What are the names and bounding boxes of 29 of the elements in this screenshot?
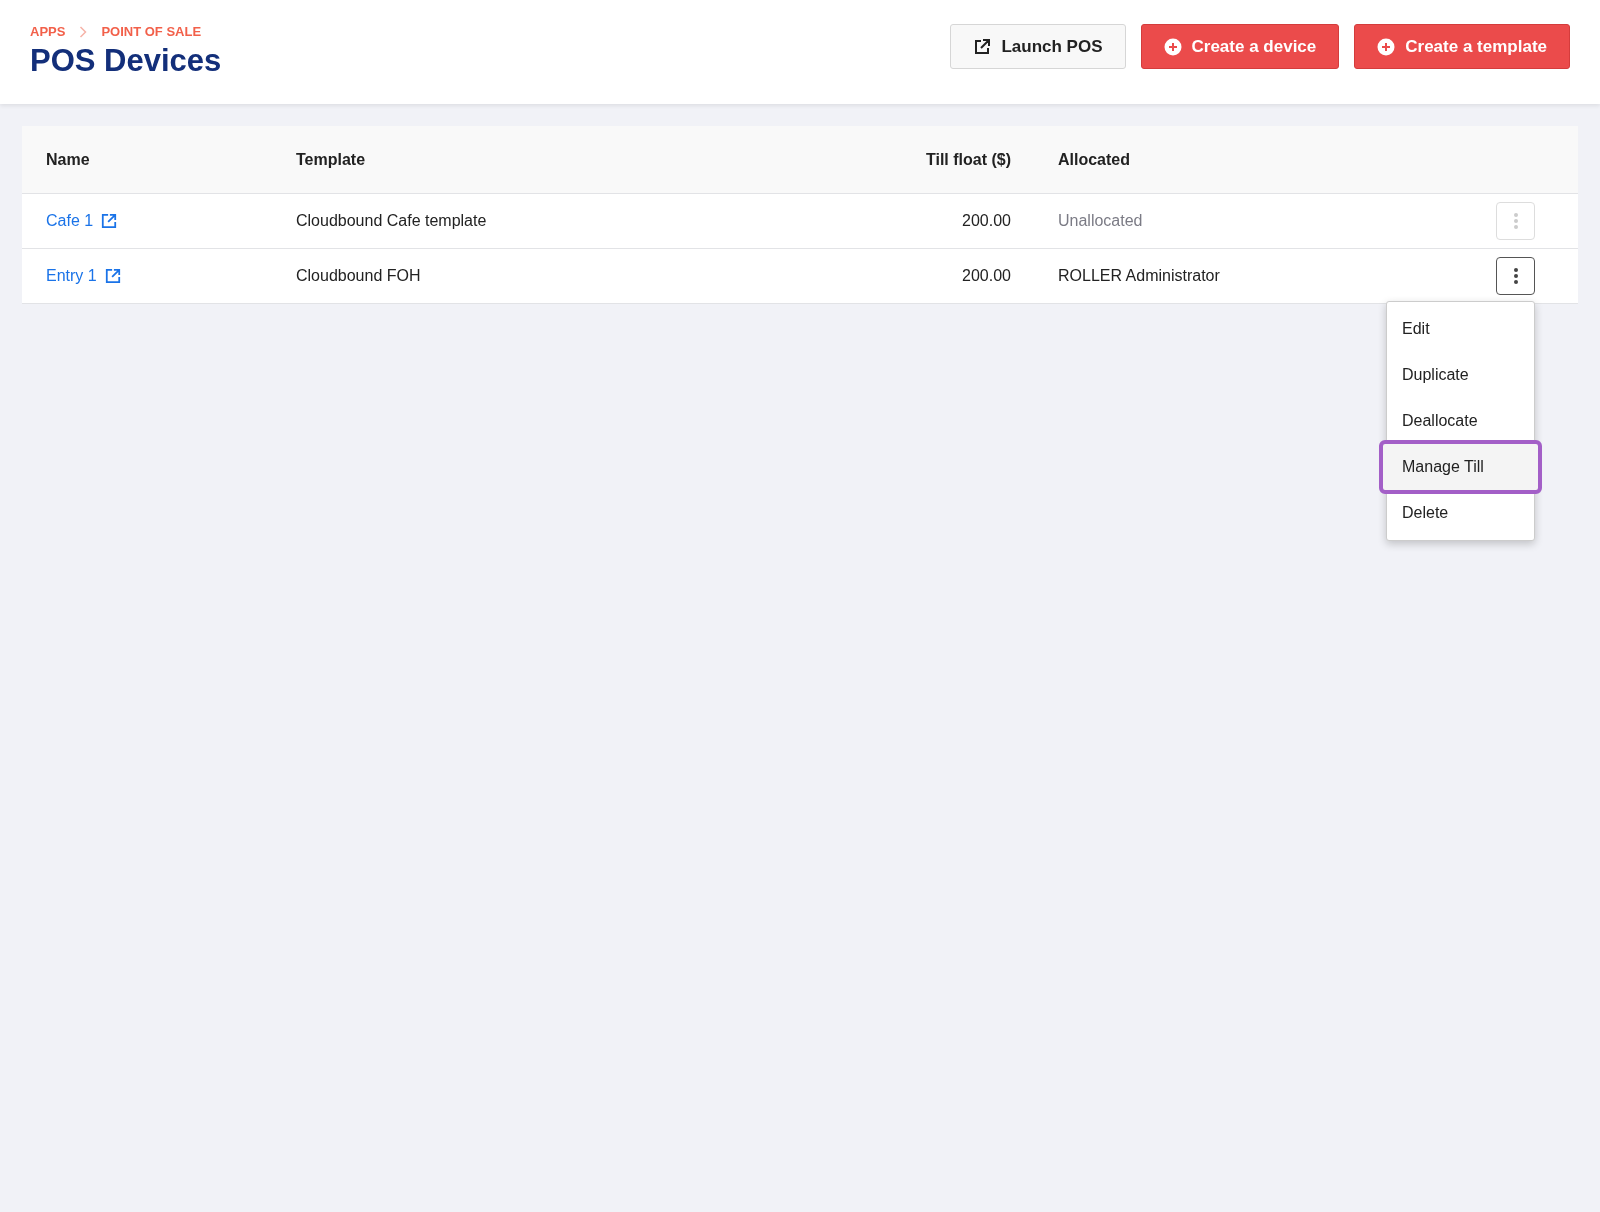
chevron-right-icon: [79, 25, 88, 38]
plus-circle-icon: [1377, 37, 1396, 56]
table-cell: Unallocated: [1058, 212, 1143, 230]
external-link-icon[interactable]: [101, 213, 118, 229]
table-cell: 200.00: [962, 212, 1011, 230]
device-link[interactable]: Cafe 1: [46, 212, 94, 230]
page-title: POS Devices: [30, 43, 222, 79]
plus-circle-icon: [1163, 37, 1182, 56]
more-vertical-icon: [1513, 212, 1518, 230]
table-cell: Cloudbound FOH: [296, 267, 421, 285]
menu-item[interactable]: Deallocate: [1387, 398, 1534, 444]
action-button[interactable]: Create a template: [1354, 24, 1570, 69]
table-cell: 200.00: [962, 267, 1011, 285]
menu-item[interactable]: Delete: [1387, 490, 1534, 536]
external-link-icon: [973, 37, 992, 56]
external-link-icon[interactable]: [104, 268, 121, 284]
table-cell: Cloudbound Cafe template: [296, 212, 487, 230]
more-options-button[interactable]: [1496, 257, 1535, 295]
column-header: Allocated: [1057, 150, 1131, 169]
menu-item[interactable]: Duplicate: [1387, 352, 1534, 398]
column-header: Name: [45, 150, 91, 169]
column-header: Till float ($): [924, 150, 1011, 169]
more-vertical-icon: [1513, 267, 1518, 285]
column-header: Template: [295, 150, 367, 169]
table-cell: ROLLER Administrator: [1058, 267, 1220, 285]
menu-item[interactable]: Edit: [1387, 306, 1534, 352]
action-button[interactable]: Launch POS: [950, 24, 1126, 69]
action-button[interactable]: Create a device: [1140, 24, 1340, 69]
device-link[interactable]: Entry 1: [46, 267, 97, 285]
